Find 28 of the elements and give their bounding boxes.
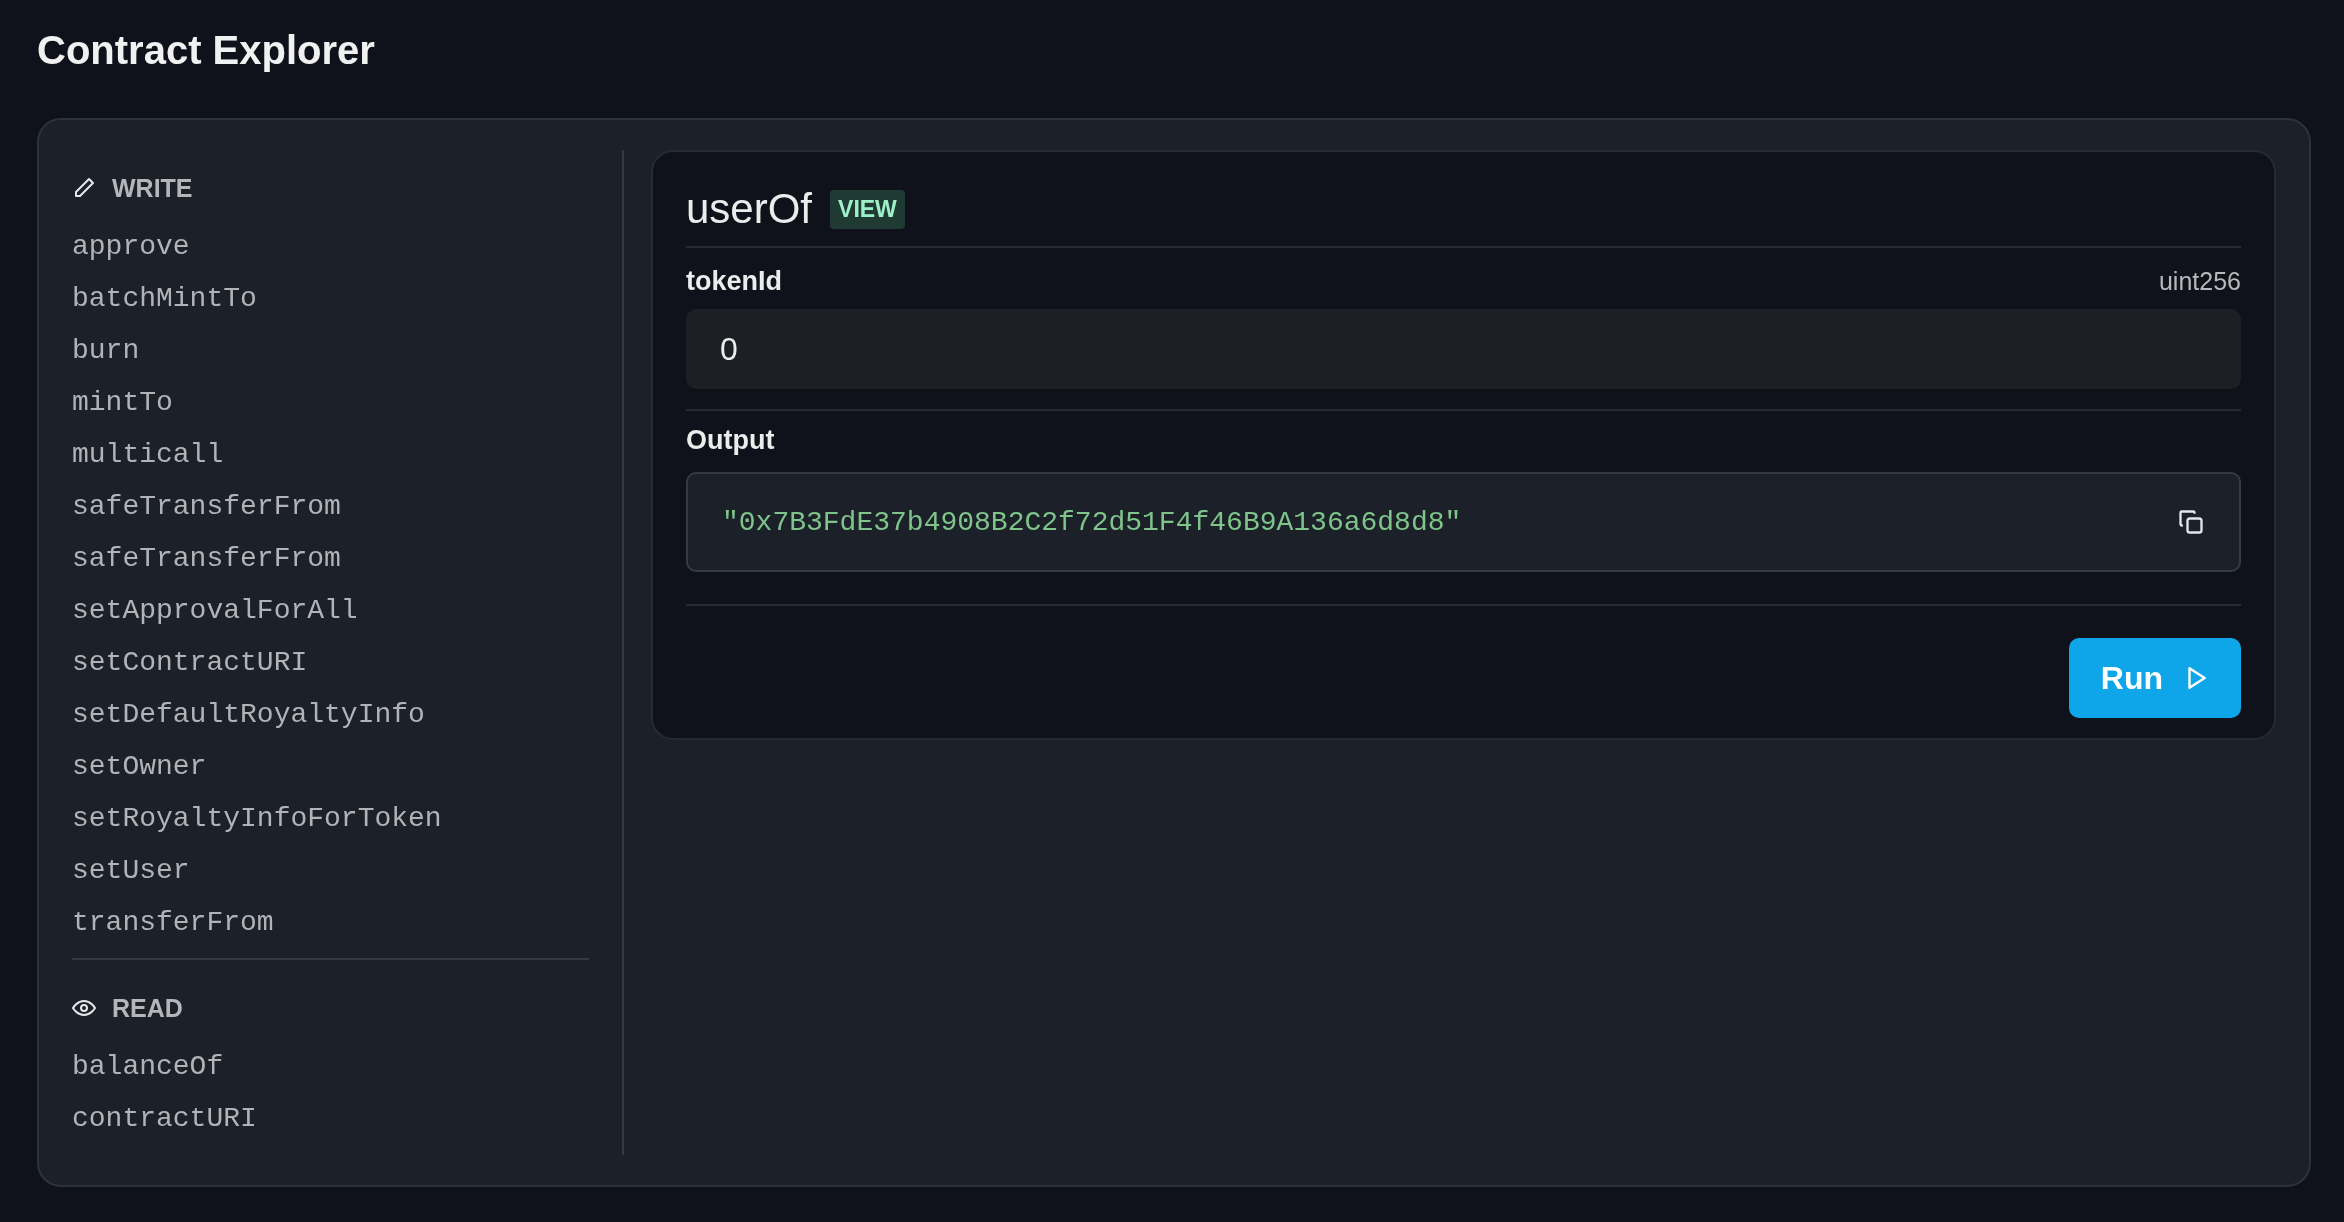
input-type: uint256 <box>2158 267 2241 296</box>
input-field[interactable]: 0 <box>686 309 2241 389</box>
output-label: Output <box>686 425 775 456</box>
output-value: "0x7B3FdE37b4908B2C2f72d51F4f46B9A136a6d8d8" <box>722 506 1462 538</box>
function-item[interactable]: safeTransferFrom <box>72 532 341 584</box>
pencil-icon <box>72 176 96 200</box>
function-item[interactable]: setApprovalForAll <box>72 584 358 636</box>
function-item[interactable]: setDefaultRoyaltyInfo <box>72 688 425 740</box>
function-item[interactable]: balanceOf <box>72 1040 224 1092</box>
function-name: userOf <box>686 185 813 233</box>
function-item[interactable]: multicall <box>72 428 224 480</box>
function-item[interactable]: safeTransferFrom <box>72 480 341 532</box>
section-heading: READ <box>112 993 183 1023</box>
page-title: Contract Explorer <box>37 27 376 74</box>
function-item[interactable]: mintTo <box>72 376 173 428</box>
function-item[interactable]: contractURI <box>72 1092 257 1144</box>
function-item[interactable]: setRoyaltyInfoForToken <box>72 792 442 844</box>
function-item[interactable]: transferFrom <box>72 896 274 948</box>
view-badge: VIEW <box>830 189 905 229</box>
function-item[interactable]: setOwner <box>72 740 207 792</box>
function-item[interactable]: setUser <box>72 844 190 896</box>
function-item[interactable]: burn <box>72 324 140 376</box>
copy-icon[interactable] <box>2177 508 2205 536</box>
function-item[interactable]: approve <box>72 220 190 272</box>
section-heading: WRITE <box>112 173 193 203</box>
function-item[interactable]: batchMintTo <box>72 272 257 324</box>
function-item[interactable]: setContractURI <box>72 636 308 688</box>
input-label: tokenId <box>686 266 782 297</box>
